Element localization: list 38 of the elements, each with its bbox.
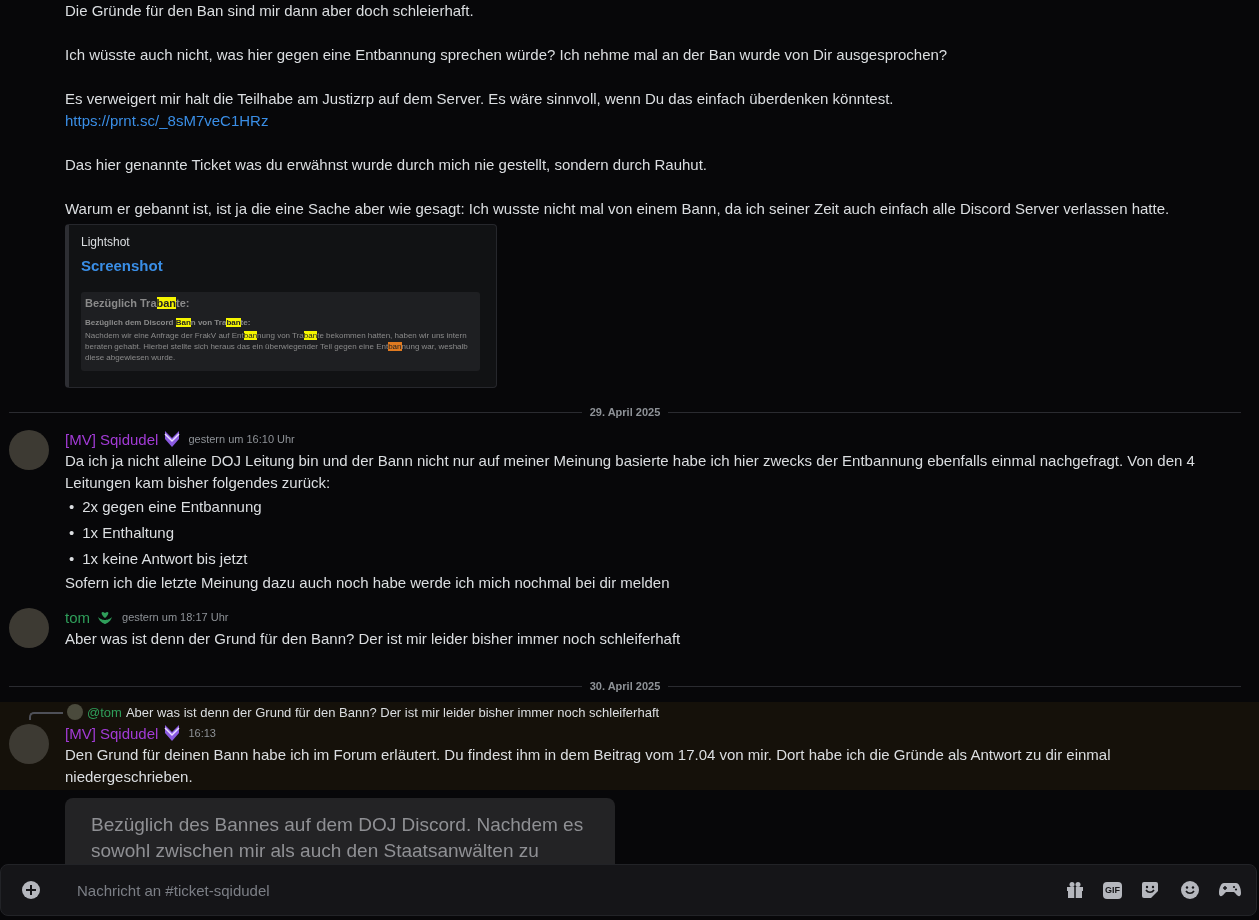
username[interactable]: [MV] Sqidudel bbox=[65, 724, 159, 742]
bullet-text: 2x gegen eine Entbannung bbox=[82, 497, 262, 517]
bullet-text: 1x Enthaltung bbox=[82, 523, 174, 543]
emoji-icon[interactable] bbox=[1178, 878, 1202, 902]
message-timestamp: gestern um 16:10 Uhr bbox=[188, 433, 295, 445]
message-text: Warum er gebannt ist, ist ja die eine Sache aber wie gesagt: Ich wusste nicht mal von einem Bann, da ich seiner Zeit auch einfach alle Discord Server verlassen hatte. bbox=[65, 199, 1171, 219]
message-text: Den Grund für deinen Bann habe ich im Forum erläutert. Du findest ihm in dem Beitrag vom 17.04 von mir. Dort habe ich die Gründe als Antwort zu dir einmal niedergeschrieben. bbox=[65, 745, 1112, 787]
add-icon[interactable] bbox=[19, 878, 43, 902]
reply-avatar bbox=[67, 704, 83, 720]
message-timestamp: gestern um 18:17 Uhr bbox=[122, 611, 229, 623]
message-link[interactable]: https://prnt.sc/_8sM7veC1HRz bbox=[65, 110, 1229, 132]
reply-connector-line bbox=[29, 712, 63, 720]
message-text: Die Gründe für den Ban sind mir dann aber doch schleierhaft. bbox=[65, 1, 475, 21]
chevron-badge-icon bbox=[164, 430, 181, 448]
bullet-marker: • bbox=[69, 523, 75, 543]
embed-title-link[interactable]: Screenshot bbox=[81, 257, 480, 274]
chevron-badge-icon bbox=[164, 724, 181, 742]
embed-provider: Lightshot bbox=[81, 235, 131, 249]
bullet-text: 1x keine Antwort bis jetzt bbox=[82, 549, 248, 569]
date-divider-label: 29. April 2025 bbox=[589, 406, 661, 418]
message-text: Es verweigert mir halt die Teilhabe am Justizrp auf dem Server. Es wäre sinnvoll, wenn Du das einfach überdenken könntest. bbox=[65, 89, 895, 109]
quote-card: Bezüglich des Bannes auf dem DOJ Discord. Nachdem es sowohl zwischen mir als auch den Staatsanwälten zu bbox=[65, 798, 615, 864]
bullet-marker: • bbox=[69, 549, 75, 569]
date-divider-label: 30. April 2025 bbox=[589, 680, 661, 692]
username[interactable]: tom bbox=[65, 608, 90, 626]
message-text: Sofern ich die letzte Meinung dazu auch noch habe werde ich mich nochmal bei dir melden bbox=[65, 573, 671, 593]
gif-button[interactable]: GIF bbox=[1103, 881, 1122, 899]
username[interactable]: [MV] Sqidudel bbox=[65, 430, 159, 448]
reply-mention[interactable]: @tom bbox=[87, 704, 122, 720]
message-text: Aber was ist denn der Grund für den Bann? Der ist mir leider bisher immer noch schleiferhaft bbox=[65, 629, 682, 649]
message-timestamp: 16:13 bbox=[188, 727, 216, 739]
message-field[interactable]: Nachricht an #ticket-sqidudel GIF bbox=[0, 864, 1257, 916]
message-text: Das hier genannte Ticket was du erwähnst wurde durch mich nie gestellt, sondern durch Rauhut. bbox=[65, 155, 709, 175]
message-input[interactable]: Nachricht an #ticket-sqidudel bbox=[75, 880, 1047, 900]
reply-preview-text[interactable]: Aber was ist denn der Grund für den Bann? Der ist mir leider bisher immer noch schleiferhaft bbox=[125, 704, 660, 720]
bullet-marker: • bbox=[69, 497, 75, 517]
message-text: Ich wüsste auch nicht, was hier gegen eine Entbannung sprechen würde? Ich nehme mal an der Ban wurde von Dir ausgesprochen? bbox=[65, 45, 949, 65]
message-text: Da ich ja nicht alleine DOJ Leitung bin und der Bann nicht nur auf meiner Meinung basierte habe ich hier zwecks der Entbannung ebenfalls einmal nachgefragt. Von den 4 Leitungen kam bisher folgendes zurück: bbox=[65, 451, 1196, 493]
